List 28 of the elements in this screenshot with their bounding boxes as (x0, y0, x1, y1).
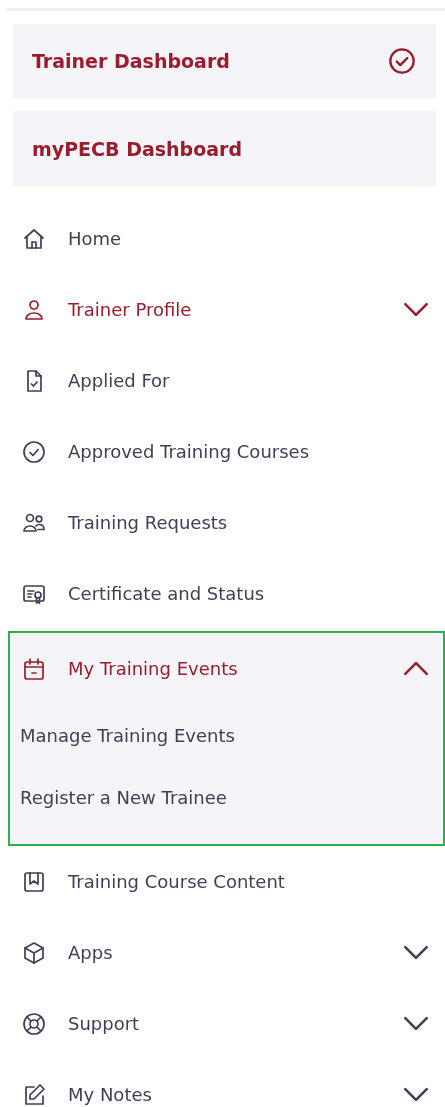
calendar-icon (22, 656, 46, 681)
menu-item[interactable]: Apps (0, 917, 445, 988)
person-icon (22, 297, 46, 322)
chevron-down-icon (403, 945, 429, 960)
dashboard-link[interactable]: Trainer Dashboard (13, 24, 436, 98)
home-icon (22, 226, 46, 251)
book-icon (22, 869, 46, 894)
menu-item[interactable]: Home (0, 203, 445, 274)
menu-item[interactable]: Training Course Content (0, 846, 445, 917)
submenu-item[interactable]: Register a New Trainee (10, 766, 443, 828)
chevron-up-icon (403, 661, 429, 676)
menu-item[interactable]: Certificate and Status (0, 558, 445, 629)
cube-icon (22, 940, 46, 965)
submenu-item[interactable]: Manage Training Events (10, 704, 443, 766)
menu-item[interactable]: Approved Training Courses (0, 416, 445, 487)
pencil-square-icon (22, 1082, 46, 1107)
dashboard-link[interactable]: myPECB Dashboard (13, 111, 436, 186)
lifebuoy-icon (22, 1011, 46, 1036)
menu-item[interactable]: Support (0, 988, 445, 1059)
menu-item[interactable]: My Notes (0, 1059, 445, 1107)
menu-item[interactable]: Applied For (0, 345, 445, 416)
menu-item[interactable]: Training Requests (0, 487, 445, 558)
chevron-down-icon (403, 1016, 429, 1031)
menu-item[interactable]: Trainer Profile (0, 274, 445, 345)
chevron-down-icon (403, 1087, 429, 1102)
check-circle-icon (22, 439, 46, 464)
menu-item[interactable]: My Training Events (10, 633, 443, 704)
chevron-down-icon (403, 302, 429, 317)
